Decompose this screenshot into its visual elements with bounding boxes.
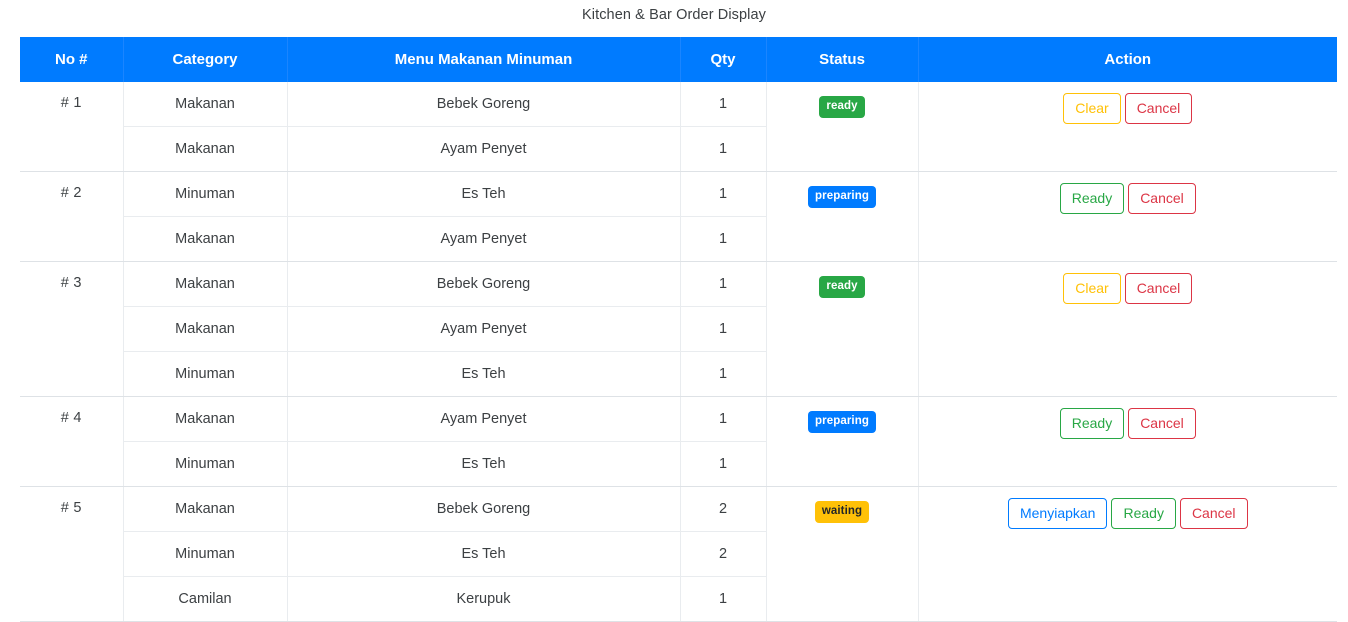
order-table: No # Category Menu Makanan Minuman Qty S…	[20, 37, 1337, 622]
table-body: # 1 Makanan Bebek Goreng 1 ready Clear Cancel M…	[20, 82, 1337, 622]
status-badge: ready	[819, 276, 865, 298]
cancel-button[interactable]: Cancel	[1128, 183, 1196, 214]
item-menu-name: Kerupuk	[286, 576, 680, 622]
order-number-cell: # 1	[20, 82, 123, 172]
item-qty: 2	[679, 486, 766, 532]
order-status-cell: waiting	[765, 486, 918, 622]
order-action-cell: Clear Cancel	[917, 82, 1337, 172]
item-category: Makanan	[122, 261, 287, 307]
order-number-cell: # 2	[20, 171, 123, 262]
table-row: # 1 Makanan Bebek Goreng 1 ready Clear Cancel	[20, 82, 1337, 172]
item-category: Minuman	[122, 531, 287, 577]
item-qty: 1	[679, 216, 766, 262]
order-status-cell: ready	[765, 82, 918, 172]
table-header: No # Category Menu Makanan Minuman Qty S…	[20, 37, 1337, 82]
status-badge: preparing	[808, 186, 876, 208]
order-action-cell: Menyiapkan Ready Cancel	[917, 486, 1337, 622]
column-header-qty: Qty	[679, 37, 767, 82]
item-menu-name: Ayam Penyet	[286, 126, 680, 172]
action-button-group: Menyiapkan Ready Cancel	[1007, 498, 1248, 529]
item-category: Camilan	[122, 576, 287, 622]
item-category: Minuman	[122, 171, 287, 217]
action-button-group: Ready Cancel	[1059, 183, 1196, 214]
item-qty: 1	[679, 441, 766, 487]
order-number-cell: # 5	[20, 486, 123, 622]
order-number: # 3	[60, 275, 82, 291]
menyiapkan-button[interactable]: Menyiapkan	[1007, 498, 1108, 529]
cancel-button[interactable]: Cancel	[1179, 498, 1248, 529]
item-menu-name: Ayam Penyet	[286, 216, 680, 262]
column-header-menu: Menu Makanan Minuman	[286, 37, 681, 82]
order-action-cell: Ready Cancel	[917, 171, 1337, 262]
item-menu-name: Bebek Goreng	[286, 261, 680, 307]
clear-button[interactable]: Clear	[1063, 93, 1121, 124]
item-qty: 1	[679, 576, 766, 622]
clear-button[interactable]: Clear	[1063, 273, 1121, 304]
column-header-category: Category	[122, 37, 288, 82]
action-button-group: Clear Cancel	[1063, 93, 1193, 124]
page-title: Kitchen & Bar Order Display	[581, 7, 767, 23]
item-category: Makanan	[122, 216, 287, 262]
table-row: # 4 Makanan Ayam Penyet 1 preparing Ready Canc…	[20, 396, 1337, 487]
item-menu-name: Es Teh	[286, 441, 680, 487]
ready-button[interactable]: Ready	[1111, 498, 1176, 529]
item-menu-name: Es Teh	[286, 531, 680, 577]
item-menu-name: Ayam Penyet	[286, 396, 680, 442]
item-menu-name: Es Teh	[286, 351, 680, 397]
item-category: Makanan	[122, 396, 287, 442]
item-qty: 1	[679, 306, 766, 352]
item-qty: 1	[679, 351, 766, 397]
item-category: Makanan	[122, 126, 287, 172]
item-menu-name: Bebek Goreng	[286, 486, 680, 532]
table-row: # 3 Makanan Bebek Goreng 1 ready Clear Cancel	[20, 261, 1337, 397]
table-row: # 5 Makanan Bebek Goreng 2 waiting Menyiapkan…	[20, 486, 1337, 622]
order-status-cell: preparing	[765, 171, 918, 262]
column-header-no: No #	[20, 37, 124, 82]
item-qty: 2	[679, 531, 766, 577]
cancel-button[interactable]: Cancel	[1128, 408, 1196, 439]
order-number-cell: # 4	[20, 396, 123, 487]
item-qty: 1	[679, 126, 766, 172]
item-qty: 1	[679, 261, 766, 307]
item-category: Makanan	[122, 486, 287, 532]
item-qty: 1	[679, 396, 766, 442]
order-number-cell: # 3	[20, 261, 123, 397]
status-badge: waiting	[814, 501, 870, 523]
ready-button[interactable]: Ready	[1059, 408, 1125, 439]
table-row: # 2 Minuman Es Teh 1 preparing Ready Cancel	[20, 171, 1337, 262]
item-category: Minuman	[122, 441, 287, 487]
item-qty: 1	[679, 171, 766, 217]
ready-button[interactable]: Ready	[1059, 183, 1125, 214]
item-menu-name: Ayam Penyet	[286, 306, 680, 352]
column-header-status: Status	[765, 37, 919, 82]
item-category: Makanan	[122, 82, 287, 127]
item-category: Minuman	[122, 351, 287, 397]
item-qty: 1	[679, 82, 766, 127]
status-badge: ready	[819, 96, 865, 118]
status-badge: preparing	[808, 411, 876, 433]
order-status-cell: preparing	[765, 396, 918, 487]
order-action-cell: Clear Cancel	[917, 261, 1337, 397]
item-menu-name: Es Teh	[286, 171, 680, 217]
cancel-button[interactable]: Cancel	[1124, 273, 1193, 304]
order-status-cell: ready	[765, 261, 918, 397]
item-menu-name: Bebek Goreng	[286, 82, 680, 127]
order-number: # 5	[60, 500, 82, 516]
action-button-group: Ready Cancel	[1059, 408, 1196, 439]
item-category: Makanan	[122, 306, 287, 352]
table-header-row: No # Category Menu Makanan Minuman Qty S…	[20, 37, 1337, 82]
order-table-container: No # Category Menu Makanan Minuman Qty S…	[20, 37, 1337, 622]
cancel-button[interactable]: Cancel	[1124, 93, 1193, 124]
order-number: # 1	[60, 95, 82, 111]
order-action-cell: Ready Cancel	[917, 396, 1337, 487]
order-number: # 4	[60, 410, 82, 426]
action-button-group: Clear Cancel	[1063, 273, 1193, 304]
order-number: # 2	[60, 185, 82, 201]
column-header-action: Action	[917, 37, 1337, 82]
